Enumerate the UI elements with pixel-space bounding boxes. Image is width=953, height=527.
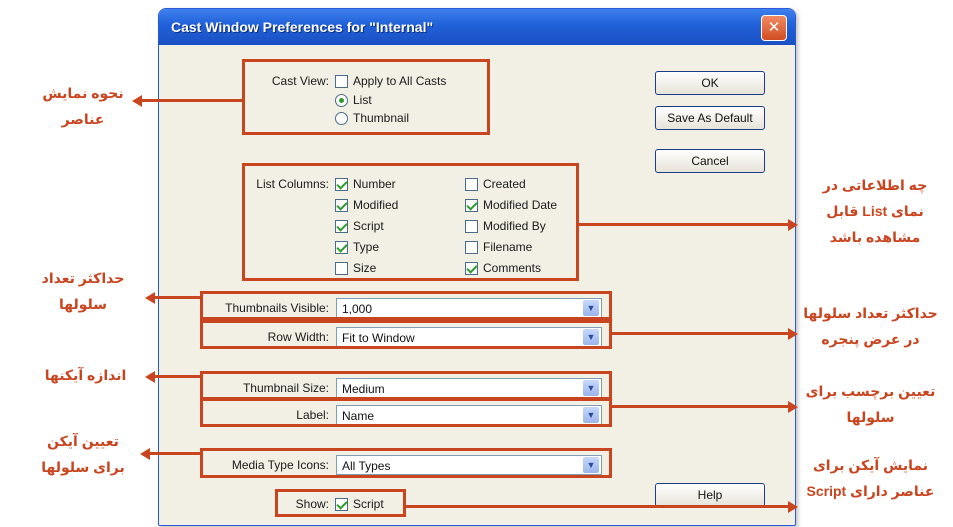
label-highlight — [200, 398, 612, 427]
annotation-line: در عرض پنجره — [821, 331, 920, 347]
annotation-cast-view: نحوه نمایش عناصر — [28, 80, 138, 132]
annotation-media-type-icons: تعیین آیکن برای سلولها — [28, 428, 138, 480]
arrow-right-icon — [788, 400, 798, 413]
arrow-right-icon — [788, 218, 798, 231]
dialog-title: Cast Window Preferences for "Internal" — [171, 19, 434, 35]
annotation-line: برای سلولها — [41, 459, 125, 475]
thumbnails-visible-arrow-line — [155, 296, 200, 299]
save-as-default-button[interactable]: Save As Default — [655, 106, 765, 130]
annotation-line: تعیین برچسب برای — [805, 383, 936, 399]
show-script-arrow-line — [405, 505, 788, 508]
annotation-thumbnails-visible: حداکثر تعداد سلولها — [28, 265, 138, 317]
annotation-line: مشاهده باشد — [829, 229, 921, 245]
annotation-line: تعیین آیکن — [47, 433, 119, 449]
arrow-left-icon — [140, 447, 150, 460]
arrow-right-icon — [788, 327, 798, 340]
arrow-right-icon — [788, 500, 798, 513]
annotation-thumbnail-size: اندازه آیکنها — [28, 362, 143, 388]
row-width-highlight — [200, 320, 612, 349]
annotation-line: عناصر — [61, 111, 105, 127]
annotation-line: نمای List قابل — [826, 203, 924, 219]
show-script-highlight — [275, 489, 406, 517]
annotation-show-script: نمایش آیکن برای عناصر دارای Script — [788, 452, 953, 504]
annotation-line: نمایش آیکن برای — [812, 457, 929, 473]
thumbnail-size-highlight — [200, 371, 612, 400]
list-columns-highlight — [242, 163, 579, 281]
thumbnail-size-arrow-line — [155, 375, 200, 378]
annotation-line: حداکثر تعداد — [41, 270, 125, 286]
annotation-label: تعیین برچسب برای سلولها — [788, 378, 953, 430]
annotation-line: اندازه آیکنها — [44, 367, 127, 383]
close-button[interactable]: ✕ — [761, 15, 787, 41]
annotation-line: سلولها — [846, 409, 895, 425]
cast-view-highlight — [242, 59, 490, 135]
arrow-left-icon — [132, 94, 142, 107]
annotation-list-columns: چه اطلاعاتی در نمای List قابل مشاهده باش… — [800, 172, 950, 250]
annotation-line: چه اطلاعاتی در — [822, 177, 928, 193]
cancel-button[interactable]: Cancel — [655, 149, 765, 173]
annotation-line: حداکثر تعداد سلولها — [803, 305, 938, 321]
label-arrow-line — [611, 405, 788, 408]
arrow-left-icon — [145, 291, 155, 304]
title-bar: Cast Window Preferences for "Internal" ✕ — [159, 9, 795, 45]
dialog-body: Cast View: Apply to All Casts List Thumb… — [159, 45, 795, 525]
annotation-line: عناصر دارای Script — [806, 483, 935, 499]
help-button[interactable]: Help — [655, 483, 765, 507]
list-columns-arrow-line — [578, 223, 788, 226]
annotation-row-width: حداکثر تعداد سلولها در عرض پنجره — [788, 300, 953, 352]
cast-window-preferences-dialog: Cast Window Preferences for "Internal" ✕… — [158, 8, 796, 526]
arrow-left-icon — [145, 370, 155, 383]
ok-button[interactable]: OK — [655, 71, 765, 95]
row-width-arrow-line — [611, 332, 788, 335]
media-type-icons-highlight — [200, 448, 612, 478]
media-type-icons-arrow-line — [150, 452, 200, 455]
annotation-line: سلولها — [58, 296, 107, 312]
cast-view-arrow-line — [142, 99, 242, 102]
annotation-line: نحوه نمایش — [42, 85, 124, 101]
thumbnails-visible-highlight — [200, 291, 612, 320]
